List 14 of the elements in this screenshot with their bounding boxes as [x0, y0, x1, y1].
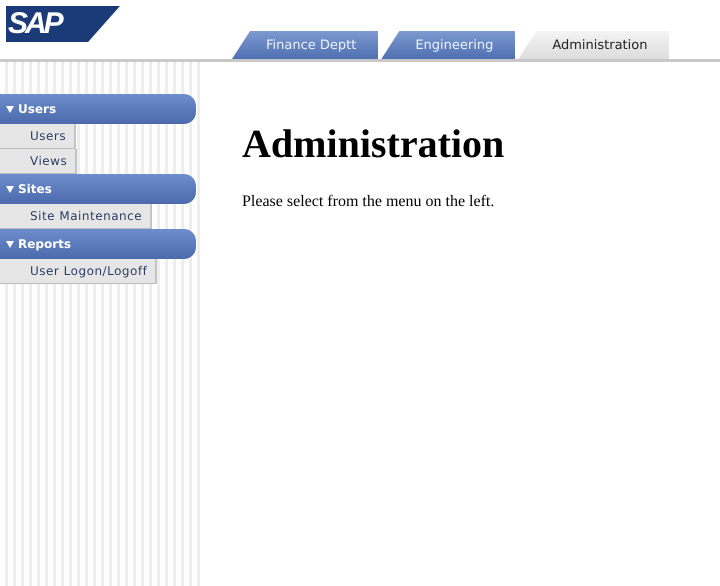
section-header[interactable]: Users [0, 94, 196, 124]
page-heading: Administration [242, 120, 504, 167]
section-title: Users [18, 102, 56, 116]
menu-item[interactable]: User Logon/Logoff [0, 259, 158, 284]
section-title: Sites [18, 182, 52, 196]
menu-item[interactable]: Views [0, 149, 78, 174]
instruction-text: Please select from the menu on the left. [242, 193, 496, 211]
menu-item[interactable]: Users [0, 124, 76, 149]
section-header[interactable]: Sites [0, 174, 196, 204]
menu-item[interactable]: Site Maintenance [0, 204, 152, 229]
logo: SAP [6, 6, 120, 42]
tab[interactable]: Administration [518, 31, 670, 59]
section-title: Reports [18, 237, 72, 251]
section-header[interactable]: Reports [0, 229, 196, 259]
